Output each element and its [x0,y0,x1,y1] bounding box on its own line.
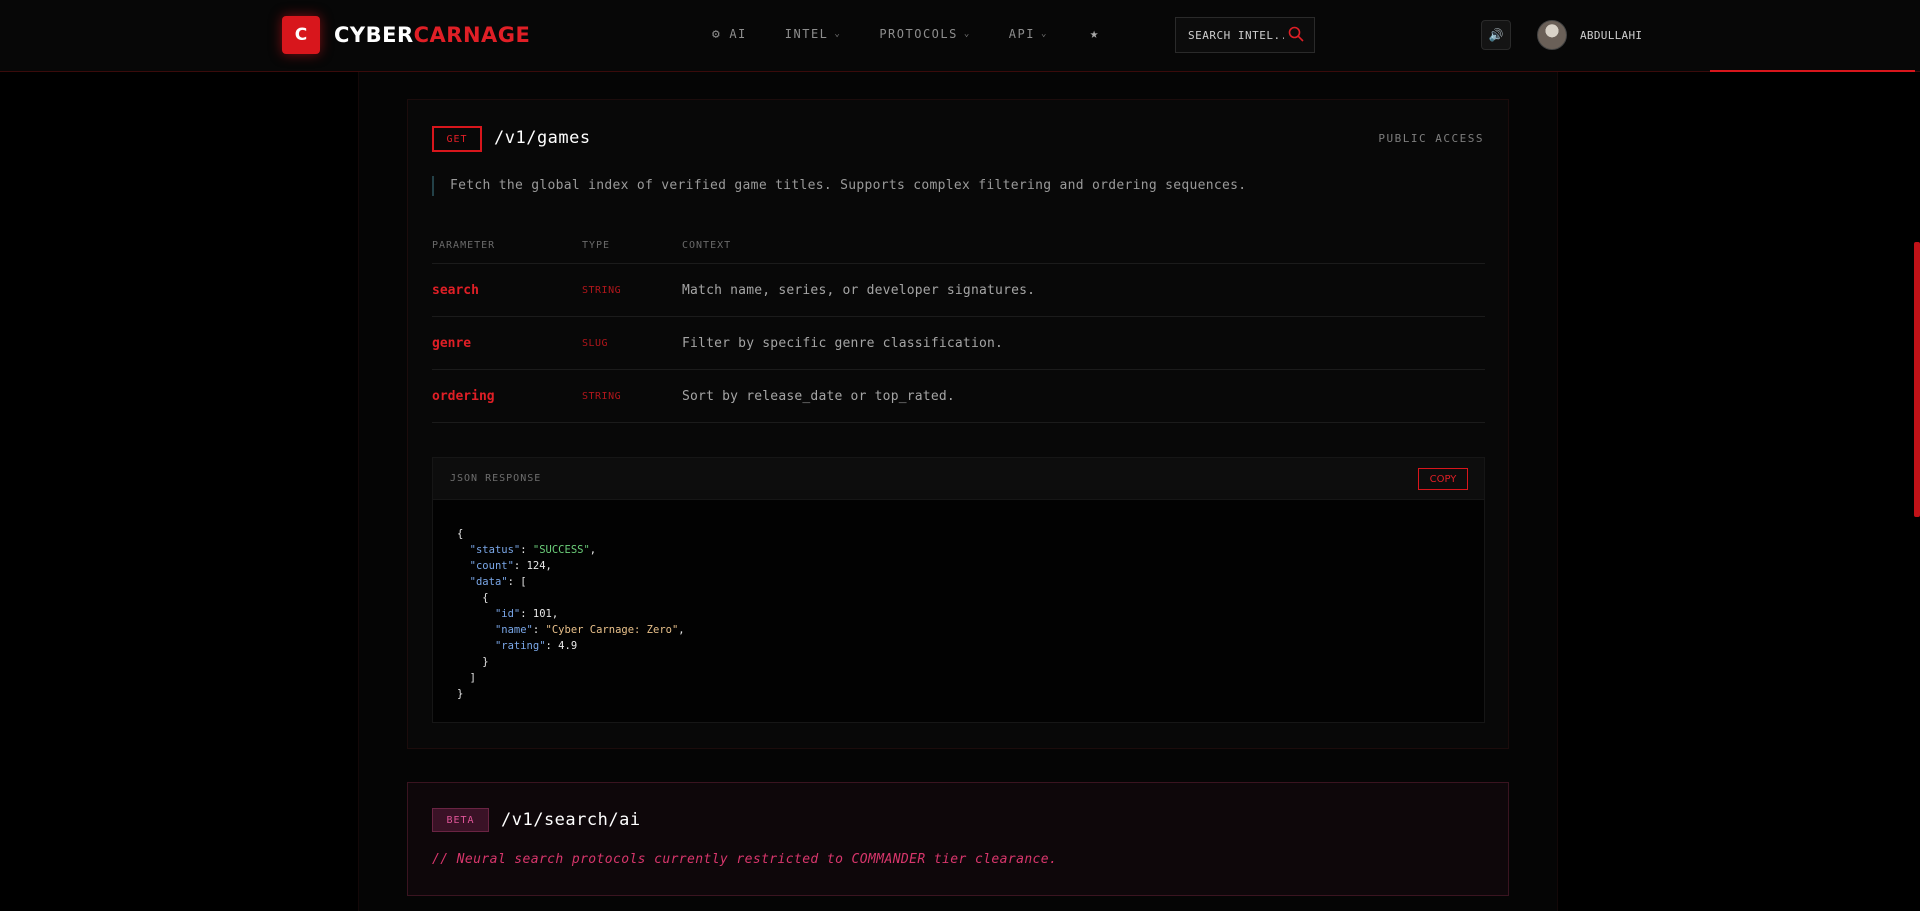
json-id-value: 101 [532,608,552,620]
nav-intel-label: INTEL [784,27,829,41]
nav-api[interactable]: API ⌄ [1009,27,1048,41]
json-code-block[interactable]: { "status": "SUCCESS", "count": 124, "da… [457,526,685,702]
avatar[interactable] [1537,20,1567,50]
active-nav-underline [1710,70,1915,72]
search-input[interactable] [1188,28,1284,42]
logo-mark: C [282,16,320,54]
param-name: genre [432,335,472,351]
scrollbar-thumb[interactable] [1914,242,1920,517]
speaker-icon: 🔊 [1488,28,1504,42]
param-context: Filter by specific genre classification. [682,335,1004,351]
brand-logo[interactable]: C CYBERCARNAGE [282,16,530,54]
nav-protocols[interactable]: PROTOCOLS ⌄ [879,27,970,41]
restricted-note: // Neural search protocols currently res… [432,852,1058,867]
username[interactable]: ABDULLAHI [1580,29,1642,42]
json-response-header: JSON RESPONSE COPY [433,458,1484,500]
table-row: ordering STRING Sort by release_date or … [432,370,1485,423]
table-row: genre SLUG Filter by specific genre clas… [432,317,1485,370]
search-box [1175,17,1315,53]
search-icon[interactable] [1288,26,1304,46]
param-type: STRING [582,390,622,402]
robot-icon: ⚙ [712,26,722,42]
nav-protocols-label: PROTOCOLS [879,27,958,41]
param-context: Sort by release_date or top_rated. [682,388,955,404]
top-navbar: C CYBERCARNAGE ⚙ AI INTEL ⌄ PROTOCOLS ⌄ … [0,0,1920,72]
json-rating-value: 4.9 [558,640,578,652]
method-badge: GET [432,126,482,152]
endpoint-card-ai-search [407,782,1509,896]
chevron-down-icon: ⌄ [1040,29,1048,39]
table-row: search STRING Match name, series, or dev… [432,264,1485,317]
nav-api-label: API [1008,27,1035,41]
json-response-panel: JSON RESPONSE COPY { "status": "SUCCESS"… [432,457,1485,723]
brand-name-part1: CYBER [334,23,414,47]
json-count-value: 124 [526,560,546,572]
beta-badge: BETA [432,808,489,832]
star-icon[interactable]: ★ [1090,26,1098,42]
params-header: PARAMETER TYPE CONTEXT [432,240,1485,264]
endpoint-description: Fetch the global index of verified game … [432,176,1246,196]
column-header-type: TYPE [582,240,611,251]
chevron-down-icon: ⌄ [834,29,842,39]
brand-name-part2: CARNAGE [413,23,531,47]
param-name: ordering [432,388,495,404]
brand-name: CYBERCARNAGE [334,23,530,47]
column-header-parameter: PARAMETER [432,240,496,251]
param-type: SLUG [582,337,609,349]
column-header-context: CONTEXT [682,240,732,251]
json-status-value: "SUCCESS" [532,544,590,556]
endpoint-path: /v1/games [494,128,591,148]
nav-intel[interactable]: INTEL ⌄ [785,27,842,41]
main-nav: ⚙ AI INTEL ⌄ PROTOCOLS ⌄ API ⌄ ★ [712,26,1098,42]
nav-ai[interactable]: ⚙ AI [712,27,747,42]
sound-toggle-button[interactable]: 🔊 [1481,20,1511,50]
params-table: PARAMETER TYPE CONTEXT search STRING Mat… [432,240,1485,423]
nav-ai-label: AI [729,27,747,41]
param-name: search [432,282,479,298]
param-type: STRING [582,284,622,296]
chevron-down-icon: ⌄ [963,29,971,39]
access-label: PUBLIC ACCESS [1378,132,1484,145]
json-response-title: JSON RESPONSE [450,473,542,484]
endpoint-path: /v1/search/ai [501,810,641,830]
copy-button[interactable]: COPY [1418,468,1468,490]
json-name-value: "Cyber Carnage: Zero" [545,624,679,636]
param-context: Match name, series, or developer signatu… [682,282,1036,298]
